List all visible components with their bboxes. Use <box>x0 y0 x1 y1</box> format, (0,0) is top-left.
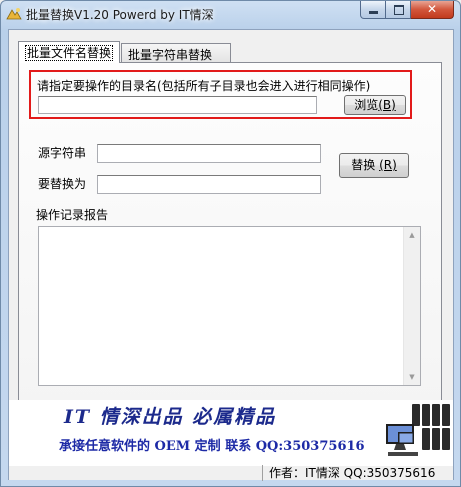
client-area: 批量文件名替换 批量字符串替换 请指定要操作的目录名(包括所有子目录也会进入进行… <box>8 29 454 481</box>
scroll-down-icon[interactable]: ▼ <box>404 369 420 385</box>
title-bar[interactable]: 批量替换V1.20 Powerd by IT情深 ✕ <box>1 1 460 27</box>
tab-batch-filename[interactable]: 批量文件名替换 <box>18 41 120 63</box>
tab-batch-string[interactable]: 批量字符串替换 <box>121 43 231 63</box>
replace-label: 替换 <box>351 158 376 172</box>
source-string-input[interactable] <box>97 144 321 163</box>
banner-headline: IT 情深出品 必属精品 <box>64 406 277 428</box>
maximize-icon <box>394 5 404 15</box>
maximize-button[interactable] <box>386 1 411 19</box>
minimize-button[interactable] <box>360 1 386 19</box>
log-textarea[interactable]: ▲ ▼ <box>38 226 421 386</box>
minimize-icon <box>369 11 378 14</box>
log-scrollbar[interactable]: ▲ ▼ <box>403 227 420 385</box>
close-icon: ✕ <box>426 2 438 16</box>
app-icon <box>6 8 22 20</box>
close-button[interactable]: ✕ <box>411 1 454 19</box>
source-string-label: 源字符串 <box>38 146 87 160</box>
replace-with-label: 要替换为 <box>38 177 87 191</box>
highlight-frame <box>29 70 412 119</box>
scroll-up-icon[interactable]: ▲ <box>404 227 420 243</box>
tab-label: 批量文件名替换 <box>25 45 114 61</box>
window-title: 批量替换V1.20 Powerd by IT情深 <box>26 8 214 22</box>
app-window: 批量替换V1.20 Powerd by IT情深 ✕ 批量文件名替换 批量字符串… <box>0 0 461 487</box>
status-bar: 作者：IT情深 QQ:350375616 <box>9 465 453 481</box>
tab-label: 批量字符串替换 <box>128 48 213 62</box>
replace-hotkey: (R) <box>379 158 397 172</box>
log-label: 操作记录报告 <box>36 208 109 222</box>
status-author: 作者：IT情深 QQ:350375616 <box>262 465 452 481</box>
ad-banner: IT 情深出品 必属精品 承接任意软件的 OEM 定制 联系 QQ:350375… <box>9 400 453 466</box>
banner-contact: 承接任意软件的 OEM 定制 联系 QQ:350375616 <box>59 439 365 454</box>
replace-button[interactable]: 替换 (R) <box>339 153 409 178</box>
computers-illustration <box>386 404 450 456</box>
replace-with-input[interactable] <box>97 175 321 194</box>
